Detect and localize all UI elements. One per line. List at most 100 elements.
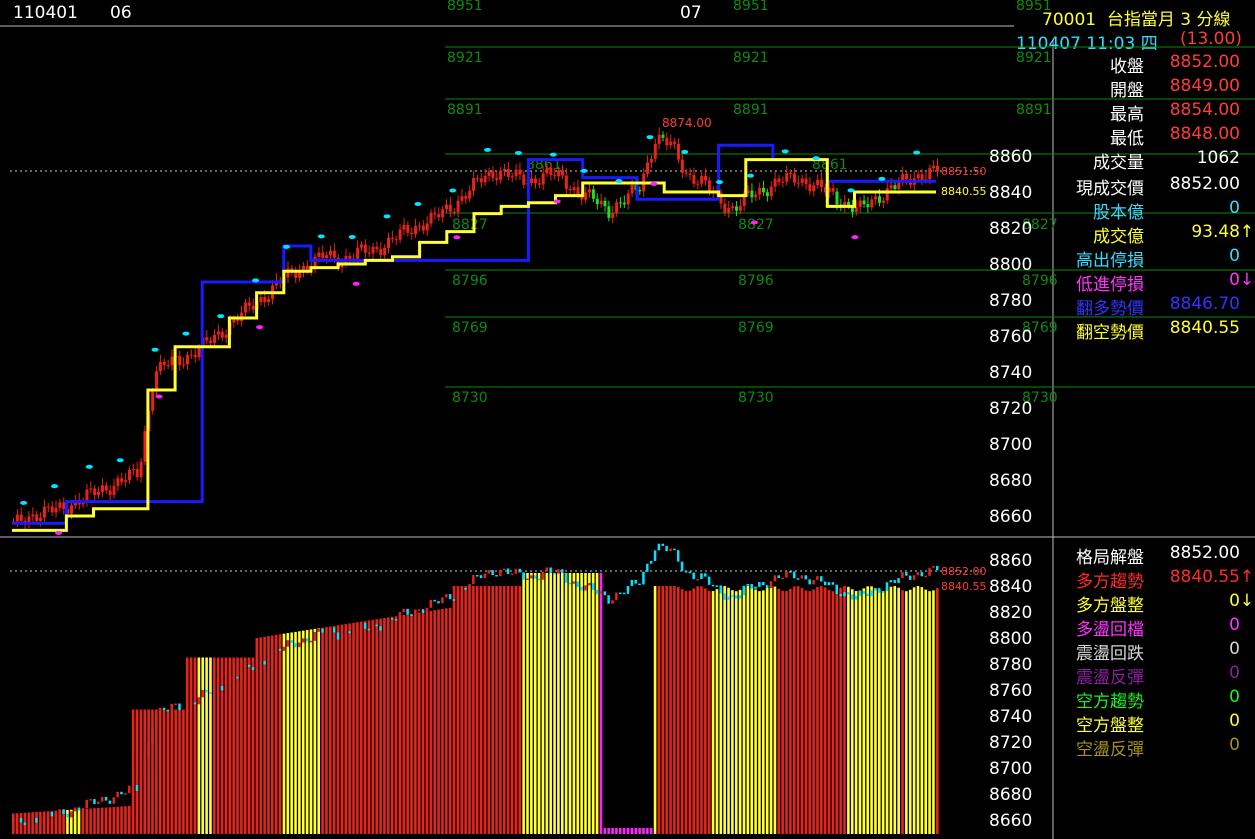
cyan-signal-dot — [715, 180, 723, 185]
pattern-candle — [367, 628, 371, 631]
pattern-bar — [213, 657, 216, 834]
pattern-candle — [719, 585, 722, 594]
price-candle-body — [553, 175, 557, 177]
pattern-candle — [232, 676, 235, 680]
price-candle-body — [460, 196, 464, 201]
pattern-bar — [878, 590, 881, 834]
pattern-bar — [108, 807, 112, 834]
pattern-candle — [294, 642, 297, 648]
top-axis-tick-label: 8780 — [989, 291, 1032, 311]
top-axis-tick-label: 8820 — [989, 219, 1032, 239]
quote-close-row: 收盤 8852.00 — [1062, 52, 1252, 77]
pattern-value: 0 — [1229, 687, 1240, 707]
pattern-bar — [162, 709, 166, 834]
pattern-candle — [282, 646, 286, 651]
low-stop-down-arrow-icon: ↓ — [1239, 270, 1254, 290]
price-candle-body — [348, 255, 352, 259]
pattern-bar — [359, 621, 363, 834]
pattern-candle — [850, 594, 854, 600]
pattern-bar — [576, 573, 580, 834]
pattern-bar — [274, 634, 278, 834]
pattern-candle — [406, 608, 409, 615]
pattern-candle — [734, 595, 738, 599]
pattern-candle — [912, 575, 916, 580]
price-candle-body — [104, 485, 108, 491]
cyan-signal-dot — [746, 173, 754, 178]
price-candle-body — [665, 137, 669, 146]
price-candle-body — [781, 181, 785, 183]
bottom-price-tag-yellow: 8840.55 — [941, 580, 987, 593]
price-candle-body — [387, 237, 391, 248]
pattern-candle — [394, 619, 398, 621]
price-candle-body — [816, 179, 820, 186]
pattern-bar — [711, 591, 715, 834]
pattern-bar — [286, 633, 290, 834]
level-label: 8796 — [452, 273, 488, 289]
pattern-bar — [421, 611, 425, 834]
pattern-bar — [673, 586, 676, 834]
price-candle-body — [213, 334, 217, 343]
pattern-bar — [777, 588, 781, 834]
pattern-candle — [62, 809, 65, 814]
pattern-candle — [526, 578, 529, 580]
high-label: 最高 — [1110, 105, 1144, 125]
pattern-bar — [715, 589, 719, 834]
pattern-bar — [367, 620, 371, 834]
pattern-candle — [448, 594, 452, 600]
pattern-candle — [247, 664, 251, 668]
cyan-signal-dot — [217, 314, 225, 319]
pattern-bar — [603, 828, 607, 834]
pattern-candle — [69, 811, 73, 818]
pattern-bar — [634, 828, 638, 834]
pattern-bar — [139, 709, 143, 834]
trend-lines — [12, 143, 936, 532]
pattern-bar — [66, 809, 69, 834]
pattern-bar — [363, 621, 367, 834]
price-candle-body — [15, 514, 19, 522]
pattern-bar — [734, 591, 738, 834]
pattern-candle — [847, 592, 850, 595]
cyan-signal-dot — [414, 201, 422, 206]
magenta-signal-dot — [553, 199, 561, 204]
price-candle-body — [402, 225, 406, 230]
pattern-bar — [495, 586, 498, 834]
price-candle-body — [530, 178, 534, 183]
price-candle-body — [50, 506, 54, 513]
pattern-candle — [758, 581, 761, 587]
price-candle-body — [936, 165, 939, 172]
pattern-bar — [557, 573, 560, 834]
pattern-candle — [483, 573, 487, 579]
pattern-candle — [170, 703, 174, 711]
pattern-bar — [692, 588, 696, 834]
low-stop-label: 低進停損 — [1076, 275, 1144, 295]
price-candle-body — [100, 485, 104, 492]
pattern-candle — [642, 571, 645, 585]
pattern-label: 空方盤整 — [1076, 716, 1144, 736]
price-candle-body — [390, 237, 394, 240]
pattern-candle — [510, 573, 514, 576]
price-candle-body — [696, 183, 700, 185]
pattern-bar — [580, 573, 583, 834]
price-candle-body — [487, 171, 491, 177]
price-candle-body — [792, 173, 796, 183]
pattern-bar — [816, 587, 819, 834]
pattern-bar — [808, 591, 812, 834]
pattern-bar — [460, 586, 464, 834]
pattern-bar — [247, 657, 251, 834]
price-candle-body — [294, 272, 298, 278]
pattern-bar — [77, 809, 81, 834]
price-candle-body — [866, 204, 870, 208]
pattern-candle — [893, 580, 896, 583]
pattern-bar — [731, 590, 734, 834]
price-candle-body — [162, 361, 166, 366]
price-candle-body — [19, 514, 23, 521]
price-candle-body — [905, 174, 909, 180]
pattern-bar — [704, 588, 707, 834]
pattern-candle — [769, 581, 773, 589]
price-candle-body — [135, 468, 139, 478]
pattern-candle — [104, 796, 108, 801]
pattern-candle — [201, 689, 204, 698]
bottom-axis-tick-label: 8700 — [989, 759, 1032, 779]
pattern-candle — [560, 569, 564, 574]
pattern-bar — [332, 625, 336, 834]
